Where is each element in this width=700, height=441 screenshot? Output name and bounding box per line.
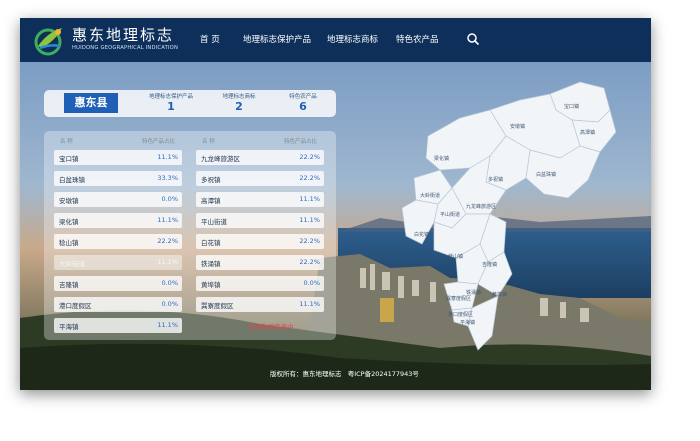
map-label: 白盆珠镇 [536,171,556,178]
map-label: 黄埠镇 [492,291,507,298]
map-label: 多祝镇 [488,176,503,183]
map-label: 吉隆镇 [482,261,497,268]
map-label: 白花镇 [414,231,429,238]
map-label: 稔山镇 [448,253,463,260]
map-label: 安墩镇 [510,123,525,130]
map-label: 平海镇 [460,319,475,326]
map-label: 九龙峰旅游区 [466,203,496,210]
map-label: 大岭街道 [420,192,440,199]
map-label: 铁涌镇 [466,289,481,296]
map-label: 港口度假区 [448,311,473,318]
map-label: 高潭镇 [580,129,595,136]
footer-icp-link[interactable]: 粤ICP备2024177943号 [348,370,419,378]
huidong-region-map: 宝口镇 安墩镇 高潭镇 梁化镇 多祝镇 白盆珠镇 大岭街道 九龙峰旅游区 平山街… [401,81,617,351]
footer-copyright: 版权所有：惠东地理标志 [270,370,342,378]
browser-viewport: 惠东地理标志 HUIDONG GEOGRAPHICAL INDICATION 首… [20,18,651,390]
site-footer: 版权所有：惠东地理标志 粤ICP备2024177943号 [270,368,419,378]
map-label: 巽寮度假区 [446,295,471,302]
map-label: 宝口镇 [564,103,579,110]
map-label: 平山街道 [440,211,460,218]
map-label: 梁化镇 [434,155,449,162]
